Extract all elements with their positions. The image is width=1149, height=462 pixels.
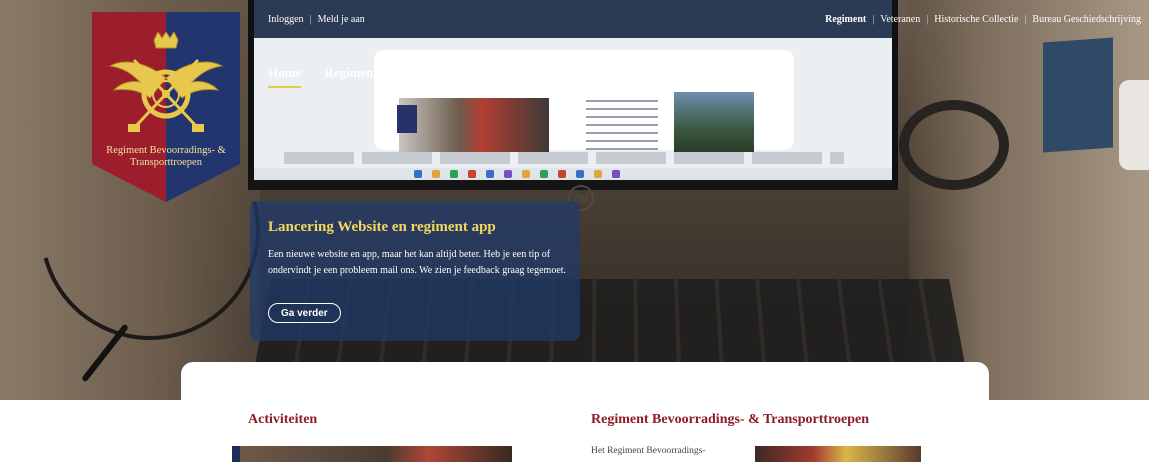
regiment-image [755,446,921,462]
main-nav: Home Regiment Activiteiten Foto's Leden … [268,65,670,88]
hero-title: Lancering Website en regiment app [268,219,496,235]
secondary-nav-bureau-geschiedschrijving[interactable]: Bureau Geschiedschrijving [1032,14,1141,25]
nav-activiteiten[interactable]: Activiteiten [401,65,465,88]
separator: | [309,14,312,25]
secondary-nav-historische-collectie[interactable]: Historische Collectie [934,14,1018,25]
laptop-screen-badge [397,105,417,133]
secondary-nav-veteranen[interactable]: Veteranen [880,14,920,25]
hero-bg-book [1043,37,1113,153]
laptop-screen-taskbar [254,168,892,180]
laptop-screen-photo [399,98,549,156]
regiment-heading: Regiment Bevoorradings- & Transporttroep… [591,412,870,427]
secondary-nav-regiment[interactable]: Regiment [825,14,866,25]
nav-fotos[interactable]: Foto's [488,65,522,88]
regiment-intro-text: Het Regiment Bevoorradings- [591,446,706,456]
logo-banner[interactable]: Regiment Bevoorradings- & Transporttroep… [92,12,240,202]
hero-bg-headset [899,100,1009,190]
nav-leden[interactable]: Leden [545,65,580,88]
laptop-screen-text-lines [586,100,658,150]
hero-text: Een nieuwe website en app, maar het kan … [268,249,567,276]
regiment-emblem-icon [108,32,224,132]
separator: | [926,14,929,25]
hero-bg-cup [1119,80,1149,170]
activiteiten-heading: Activiteiten [248,412,318,427]
register-link[interactable]: Meld je aan [318,14,365,25]
separator: | [1024,14,1027,25]
hero-continue-button[interactable]: Ga verder [268,303,341,323]
laptop-screen-photo [674,92,754,152]
secondary-nav: Regiment | Veteranen | Historische Colle… [825,14,1141,25]
nav-home[interactable]: Home [268,65,302,88]
nav-contact[interactable]: Contact [603,65,647,88]
activiteiten-image[interactable] [232,446,512,462]
account-links: Inloggen | Meld je aan [268,14,365,25]
separator: | [872,14,875,25]
banner-regiment-name: Regiment Bevoorradings- & Transporttroep… [106,145,226,168]
hero-card: Lancering Website en regiment app Een ni… [250,201,580,341]
nav-regiment[interactable]: Regiment [324,65,377,88]
hero-bg-laptop-screen [248,0,898,190]
laptop-screen-downloads [284,152,844,164]
login-link[interactable]: Inloggen [268,14,304,25]
